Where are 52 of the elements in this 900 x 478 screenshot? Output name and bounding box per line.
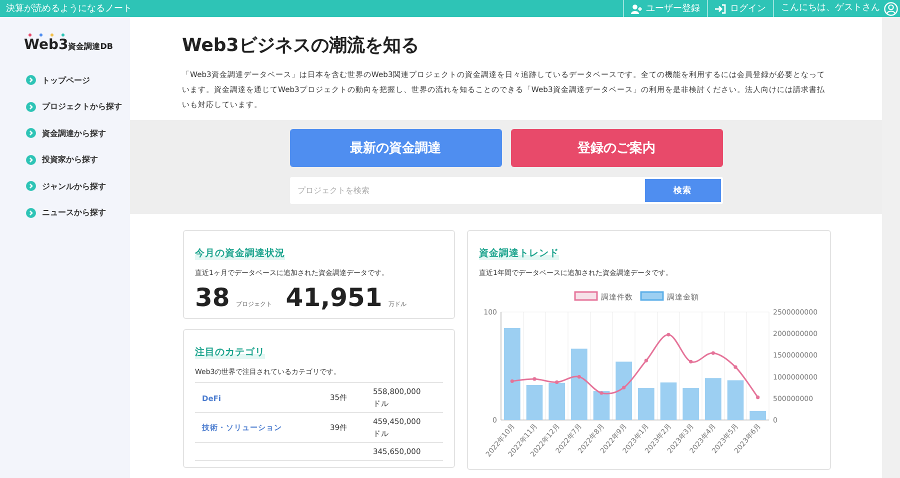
point bbox=[555, 380, 559, 384]
point bbox=[600, 391, 604, 395]
user-add-icon bbox=[631, 4, 642, 14]
nav-item[interactable]: ジャンルから探す bbox=[26, 173, 130, 200]
point bbox=[756, 396, 760, 400]
point bbox=[689, 360, 693, 364]
chart-bar bbox=[571, 348, 588, 420]
point bbox=[734, 365, 738, 369]
card-title: 資金調達トレンド bbox=[479, 247, 559, 260]
chevron-circle-icon bbox=[26, 154, 36, 165]
nav-item[interactable]: ニュースから探す bbox=[26, 200, 130, 226]
chevron-circle-icon bbox=[26, 102, 36, 112]
search-field[interactable]: プロジェクトを検索 検索 bbox=[290, 177, 722, 204]
chart-bar bbox=[548, 382, 565, 420]
nav-item[interactable]: 資金調達から探す bbox=[26, 120, 130, 146]
chart-bar bbox=[593, 391, 610, 420]
page-title: Web3ビジネスの潮流を知る bbox=[182, 34, 420, 57]
chart-bar bbox=[660, 382, 677, 420]
logo-text: Web3 bbox=[24, 37, 68, 53]
card-title: 今月の資金調達状況 bbox=[195, 247, 285, 260]
site-name: 決算が読めるようになるノート bbox=[5, 2, 132, 15]
chevron-circle-icon bbox=[26, 208, 36, 218]
chart-bar bbox=[727, 380, 744, 420]
avatar-icon[interactable] bbox=[884, 2, 898, 16]
point bbox=[711, 351, 715, 355]
point bbox=[644, 358, 648, 362]
logo[interactable]: Web3資金調達DB bbox=[24, 33, 130, 53]
chart-bar bbox=[616, 362, 632, 420]
nav-item[interactable]: プロジェクトから探す bbox=[26, 94, 130, 120]
chart-bar bbox=[682, 388, 699, 420]
action-button[interactable]: 最新の資金調達 bbox=[290, 129, 502, 167]
logo-subtext: 資金調達DB bbox=[68, 41, 113, 52]
point bbox=[532, 377, 536, 381]
point bbox=[510, 379, 514, 383]
chevron-circle-icon bbox=[26, 128, 36, 138]
chart-bar bbox=[526, 385, 543, 420]
chart-bar bbox=[705, 378, 722, 420]
stat-value: 38 bbox=[195, 283, 230, 312]
chevron-circle-icon bbox=[26, 181, 36, 192]
nav-item[interactable]: 投資家から探す bbox=[26, 146, 130, 173]
action-button[interactable]: 登録のご案内 bbox=[510, 129, 722, 167]
card-title: 注目のカテゴリ bbox=[195, 346, 265, 359]
point bbox=[666, 332, 670, 336]
point bbox=[622, 386, 626, 390]
nav-item[interactable]: トップページ bbox=[26, 67, 130, 94]
login-icon bbox=[715, 4, 726, 14]
chart-bar bbox=[638, 388, 654, 420]
stat-value: 41,951 bbox=[286, 283, 382, 312]
chart-bar bbox=[750, 410, 766, 420]
point bbox=[577, 375, 581, 379]
search-button[interactable]: 検索 bbox=[644, 179, 720, 202]
chevron-circle-icon bbox=[26, 75, 36, 86]
